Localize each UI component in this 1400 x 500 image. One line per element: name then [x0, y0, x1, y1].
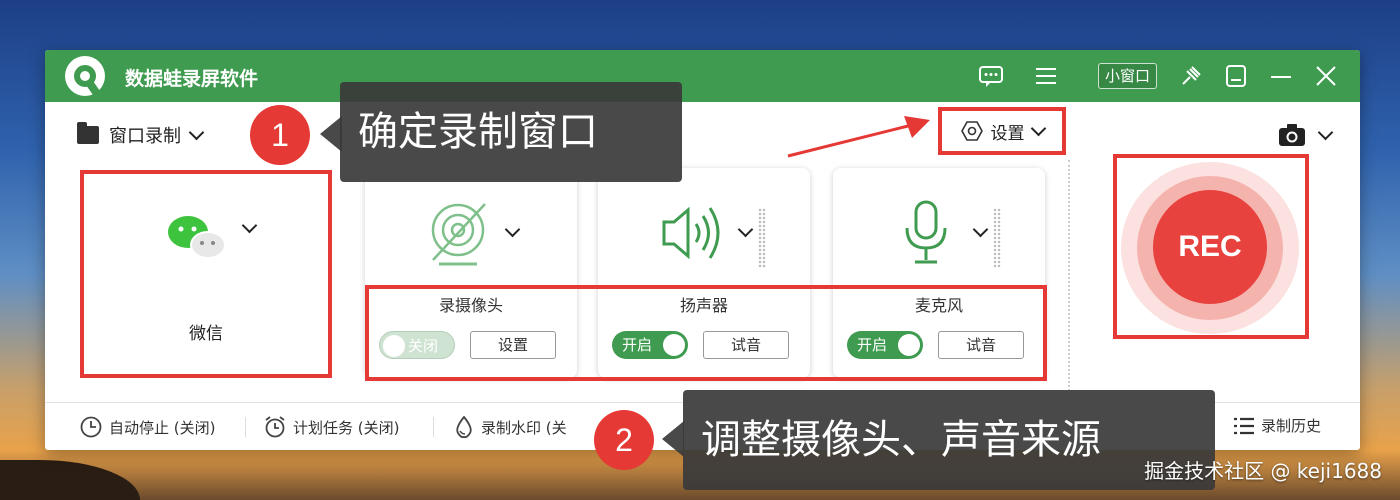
- alarm-clock-icon: [265, 416, 285, 438]
- chevron-down-icon: [188, 124, 205, 140]
- record-mode-selector[interactable]: 窗口录制: [77, 122, 205, 148]
- microphone-icon: [905, 200, 947, 264]
- background-mountain: [0, 460, 140, 500]
- record-history-button[interactable]: 录制历史: [1233, 415, 1321, 436]
- app-logo-icon: [65, 56, 105, 96]
- schedule-task-button[interactable]: 计划任务 (关闭): [263, 415, 399, 439]
- watermark-button[interactable]: 录制水印 (关: [453, 415, 567, 439]
- skin-icon[interactable]: [1223, 63, 1249, 89]
- record-source-panel[interactable]: 微信: [80, 170, 332, 378]
- record-mode-label: 窗口录制: [109, 126, 181, 147]
- rec-highlight: [1113, 154, 1309, 339]
- chevron-down-icon: [1317, 124, 1334, 140]
- watermark-label: 录制水印 (关: [481, 418, 567, 437]
- callout-box: 确定录制窗口: [340, 82, 682, 182]
- close-icon[interactable]: [1313, 63, 1339, 89]
- mini-window-button[interactable]: 小窗口: [1098, 63, 1158, 89]
- callout-box: 调整摄像头、声音来源: [683, 390, 1215, 490]
- source-name: 微信: [189, 324, 223, 344]
- record-history-label: 录制历史: [1261, 417, 1322, 435]
- annotation-arrow: [787, 116, 930, 158]
- window-mode-icon: [77, 122, 99, 144]
- screenshot-dropdown[interactable]: [1278, 123, 1334, 147]
- auto-stop-button[interactable]: 自动停止 (关闭): [79, 415, 215, 439]
- schedule-task-label: 计划任务 (关闭): [293, 418, 400, 437]
- chevron-down-icon[interactable]: [972, 221, 989, 238]
- list-icon: [1234, 417, 1254, 434]
- pin-icon[interactable]: [1178, 63, 1204, 89]
- auto-stop-label: 自动停止 (关闭): [109, 418, 216, 437]
- clock-icon: [80, 416, 102, 438]
- callout-text: 调整摄像头、声音来源: [701, 417, 1101, 463]
- webcam-off-icon: [431, 203, 486, 266]
- chevron-down-icon[interactable]: [241, 217, 258, 234]
- chevron-down-icon[interactable]: [504, 221, 521, 238]
- speaker-icon: [662, 206, 720, 260]
- volume-meter: [758, 208, 766, 268]
- callout-badge: 2: [594, 410, 654, 470]
- device-controls-highlight: [365, 285, 1047, 381]
- wechat-icon: [168, 216, 226, 259]
- minimize-icon[interactable]: [1268, 63, 1294, 89]
- settings-dropdown[interactable]: 设置: [938, 107, 1066, 155]
- callout-pointer: [662, 421, 684, 457]
- menu-icon[interactable]: [1033, 63, 1059, 89]
- app-title: 数据蛙录屏软件: [125, 68, 259, 90]
- settings-label: 设置: [990, 123, 1025, 144]
- volume-meter: [993, 208, 1001, 268]
- camera-icon: [1279, 124, 1305, 146]
- divider: [1068, 160, 1070, 395]
- callout-badge: 1: [250, 105, 310, 165]
- chevron-down-icon[interactable]: [737, 221, 754, 238]
- title-bar: 数据蛙录屏软件 小窗口: [45, 50, 1360, 102]
- callout-text: 确定录制窗口: [358, 109, 598, 155]
- water-drop-icon: [456, 415, 472, 439]
- callout-pointer: [320, 116, 342, 152]
- chat-icon[interactable]: [978, 63, 1004, 89]
- image-watermark: 掘金技术社区 @ keji1688: [1144, 459, 1382, 483]
- gear-icon: [960, 121, 983, 141]
- chevron-down-icon: [1030, 120, 1046, 136]
